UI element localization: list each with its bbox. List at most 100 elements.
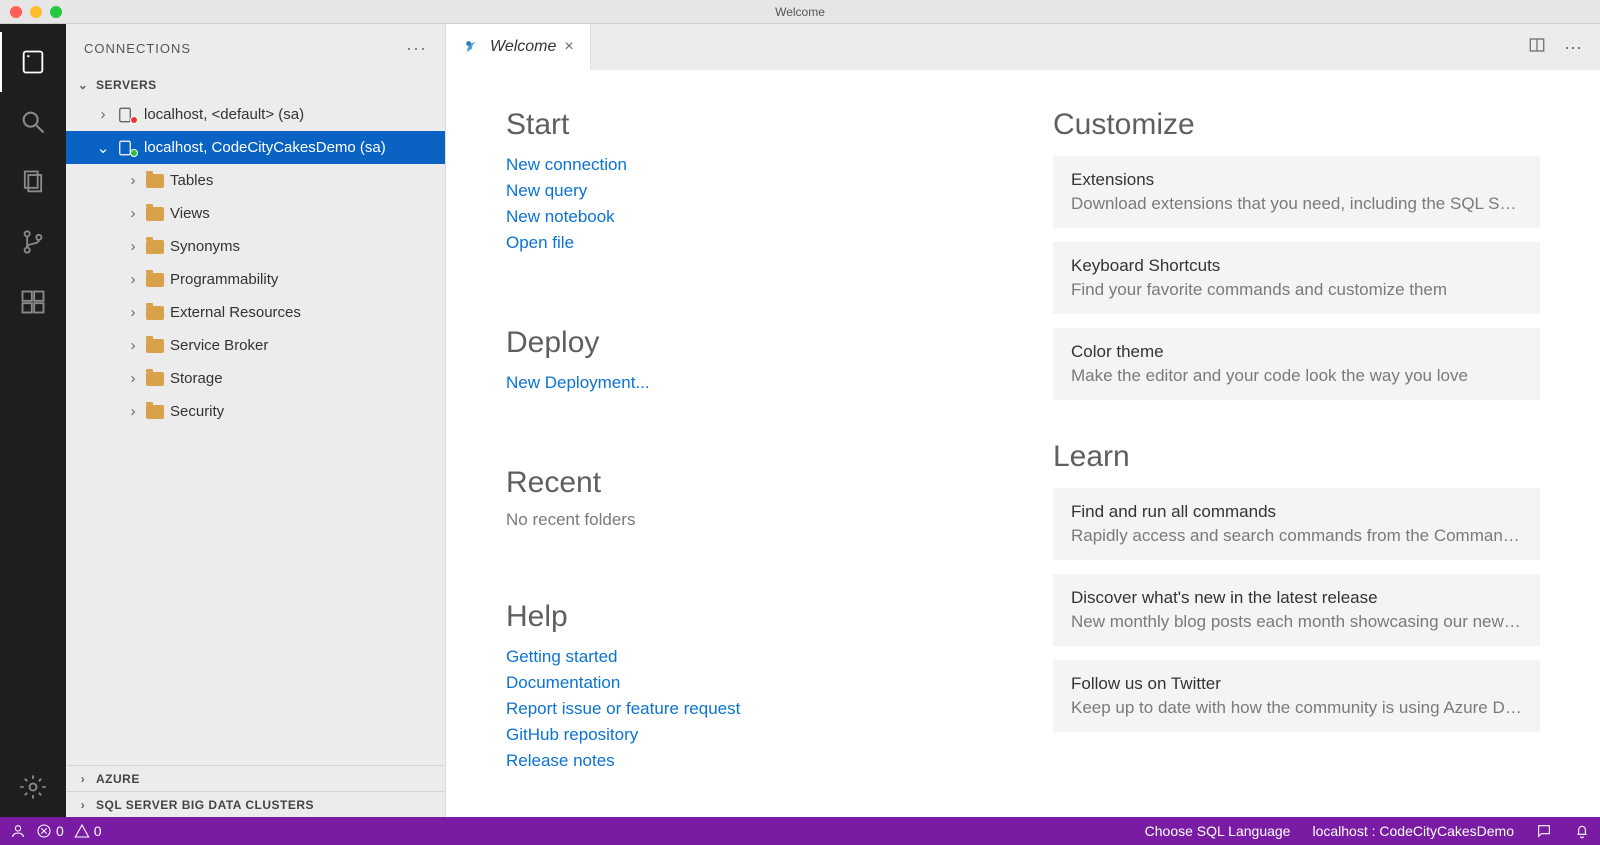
learn-card-whatsnew[interactable]: Discover what's new in the latest releas… xyxy=(1053,574,1540,646)
db-folder-node[interactable]: ›Synonyms xyxy=(66,230,445,263)
open-file-link[interactable]: Open file xyxy=(506,230,993,256)
folder-icon xyxy=(146,174,164,188)
card-desc: New monthly blog posts each month showca… xyxy=(1071,612,1522,632)
status-warnings[interactable]: 0 xyxy=(74,823,102,839)
status-connection[interactable]: localhost : CodeCityCakesDemo xyxy=(1312,823,1514,839)
section-label: SQL SERVER BIG DATA CLUSTERS xyxy=(96,798,314,812)
server-icon xyxy=(19,48,47,76)
status-feedback[interactable] xyxy=(1536,823,1552,839)
new-connection-link[interactable]: New connection xyxy=(506,152,993,178)
new-deployment-link[interactable]: New Deployment... xyxy=(506,370,993,396)
customize-heading: Customize xyxy=(1053,108,1540,142)
card-title: Keyboard Shortcuts xyxy=(1071,256,1522,276)
activity-extensions[interactable] xyxy=(0,272,66,332)
chevron-right-icon: › xyxy=(126,271,140,288)
section-servers[interactable]: ⌄ SERVERS xyxy=(66,72,445,98)
chevron-right-icon: › xyxy=(126,172,140,189)
editor-more-button[interactable]: ··· xyxy=(1564,37,1582,58)
panel-title: CONNECTIONS xyxy=(84,41,191,56)
chevron-right-icon: › xyxy=(126,370,140,387)
report-issue-link[interactable]: Report issue or feature request xyxy=(506,696,993,722)
error-icon xyxy=(36,823,52,839)
card-title: Extensions xyxy=(1071,170,1522,190)
deploy-heading: Deploy xyxy=(506,326,993,360)
window-close-button[interactable] xyxy=(10,6,22,18)
mac-titlebar: Welcome xyxy=(0,0,1600,24)
folder-icon xyxy=(146,306,164,320)
chevron-down-icon: ⌄ xyxy=(76,78,90,92)
node-label: Security xyxy=(170,403,224,420)
status-profile[interactable] xyxy=(10,823,26,839)
server-node[interactable]: ⌄ localhost, CodeCityCakesDemo (sa) xyxy=(66,131,445,164)
status-errors[interactable]: 0 xyxy=(36,823,64,839)
window-maximize-button[interactable] xyxy=(50,6,62,18)
activity-notebooks[interactable] xyxy=(0,152,66,212)
folder-icon xyxy=(146,207,164,221)
card-desc: Make the editor and your code look the w… xyxy=(1071,366,1522,386)
section-label: SERVERS xyxy=(96,78,157,92)
editor-area: Welcome × ··· Start New connection New xyxy=(446,24,1600,817)
folder-icon xyxy=(146,372,164,386)
release-notes-link[interactable]: Release notes xyxy=(506,748,993,774)
db-folder-node[interactable]: ›Service Broker xyxy=(66,329,445,362)
folder-icon xyxy=(146,405,164,419)
db-folder-node[interactable]: ›Programmability xyxy=(66,263,445,296)
db-folder-node[interactable]: › Security xyxy=(66,395,445,428)
activity-search[interactable] xyxy=(0,92,66,152)
status-bar: 0 0 Choose SQL Language localhost : Code… xyxy=(0,817,1600,845)
documentation-link[interactable]: Documentation xyxy=(506,670,993,696)
panel-more-button[interactable]: ··· xyxy=(406,38,427,59)
activity-settings[interactable] xyxy=(0,757,66,817)
welcome-page: Start New connection New query New noteb… xyxy=(446,70,1600,817)
start-heading: Start xyxy=(506,108,993,142)
github-link[interactable]: GitHub repository xyxy=(506,722,993,748)
learn-heading: Learn xyxy=(1053,440,1540,474)
db-folder-node[interactable]: › Tables xyxy=(66,164,445,197)
chevron-down-icon: ⌄ xyxy=(96,139,110,157)
server-node[interactable]: › localhost, <default> (sa) xyxy=(66,98,445,131)
getting-started-link[interactable]: Getting started xyxy=(506,644,993,670)
node-label: Tables xyxy=(170,172,213,189)
card-title: Color theme xyxy=(1071,342,1522,362)
server-label: localhost, <default> (sa) xyxy=(144,106,304,123)
chevron-right-icon: › xyxy=(126,304,140,321)
new-notebook-link[interactable]: New notebook xyxy=(506,204,993,230)
window-minimize-button[interactable] xyxy=(30,6,42,18)
card-title: Discover what's new in the latest releas… xyxy=(1071,588,1522,608)
split-editor-button[interactable] xyxy=(1528,36,1546,59)
azure-data-studio-icon xyxy=(462,37,482,57)
connections-panel: CONNECTIONS ··· ⌄ SERVERS › localhost, <… xyxy=(66,24,446,817)
status-choose-language[interactable]: Choose SQL Language xyxy=(1145,823,1291,839)
warning-count: 0 xyxy=(94,823,102,839)
learn-card-twitter[interactable]: Follow us on Twitter Keep up to date wit… xyxy=(1053,660,1540,732)
person-icon xyxy=(10,823,26,839)
section-bigdata[interactable]: › SQL SERVER BIG DATA CLUSTERS xyxy=(66,791,445,817)
db-folder-node[interactable]: › Views xyxy=(66,197,445,230)
chevron-right-icon: › xyxy=(126,205,140,222)
status-notifications[interactable] xyxy=(1574,823,1590,839)
tab-close-button[interactable]: × xyxy=(564,38,573,56)
feedback-icon xyxy=(1536,823,1552,839)
db-folder-node[interactable]: ›External Resources xyxy=(66,296,445,329)
folder-icon xyxy=(146,273,164,287)
tab-welcome[interactable]: Welcome × xyxy=(446,24,591,70)
customize-card-theme[interactable]: Color theme Make the editor and your cod… xyxy=(1053,328,1540,400)
section-azure[interactable]: › AZURE xyxy=(66,765,445,791)
chevron-right-icon: › xyxy=(126,403,140,420)
customize-card-extensions[interactable]: Extensions Download extensions that you … xyxy=(1053,156,1540,228)
new-query-link[interactable]: New query xyxy=(506,178,993,204)
customize-card-shortcuts[interactable]: Keyboard Shortcuts Find your favorite co… xyxy=(1053,242,1540,314)
learn-card-commands[interactable]: Find and run all commands Rapidly access… xyxy=(1053,488,1540,560)
node-label: Views xyxy=(170,205,210,222)
recent-heading: Recent xyxy=(506,466,993,500)
db-folder-node[interactable]: ›Storage xyxy=(66,362,445,395)
activity-connections[interactable] xyxy=(0,32,66,92)
activity-source-control[interactable] xyxy=(0,212,66,272)
tab-title: Welcome xyxy=(490,38,556,56)
server-tree: › localhost, <default> (sa) ⌄ localhost,… xyxy=(66,98,445,765)
status-dot-disconnected xyxy=(130,116,138,124)
git-branch-icon xyxy=(19,228,47,256)
gear-icon xyxy=(19,773,47,801)
bell-icon xyxy=(1574,823,1590,839)
card-desc: Keep up to date with how the community i… xyxy=(1071,698,1522,718)
